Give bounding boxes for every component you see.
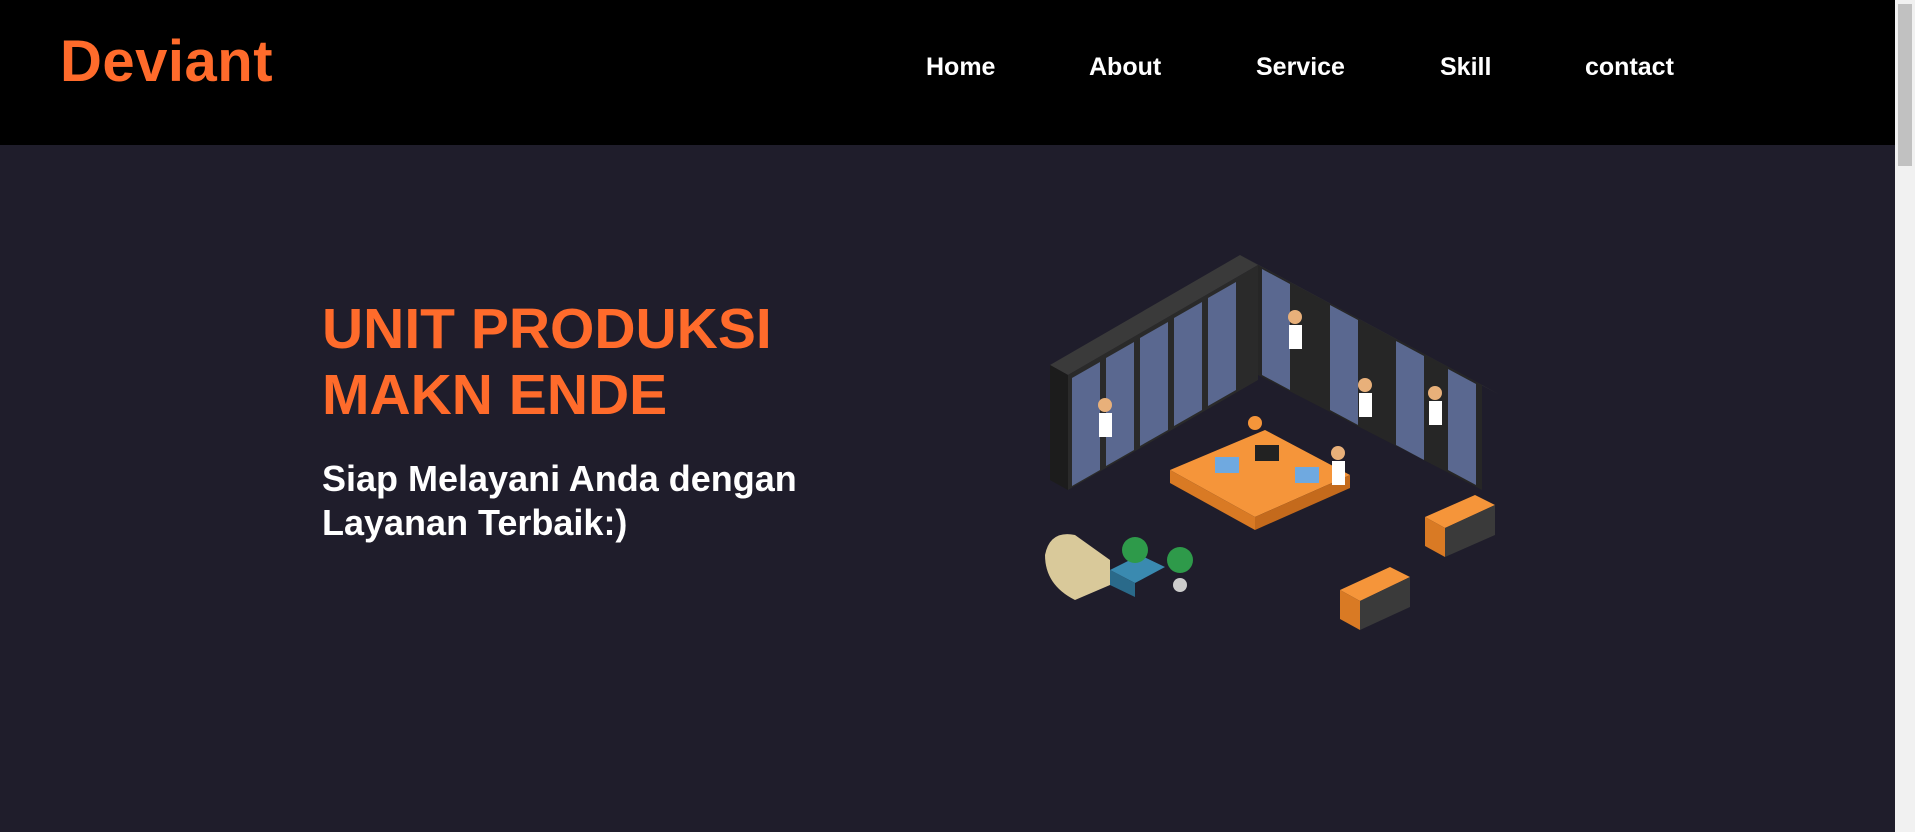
server-room-illustration [1045,255,1500,630]
hero-subtitle: Siap Melayani Anda dengan Layanan Terbai… [322,458,797,543]
navbar: Deviant Home About Service Skill contact [0,0,1895,145]
nav-link-service[interactable]: Service [1256,55,1345,80]
scrollbar[interactable] [1895,0,1915,832]
hero-section [0,145,1895,832]
equipment-carts [1340,495,1495,630]
nav-link-skill[interactable]: Skill [1440,55,1491,80]
desk-cluster [1170,430,1350,530]
scrollbar-thumb[interactable] [1898,4,1912,166]
logo[interactable]: Deviant [60,33,273,91]
nav-link-contact[interactable]: contact [1585,55,1674,80]
nav-link-about[interactable]: About [1089,55,1161,80]
lounge-area [1045,534,1193,600]
nav-link-home[interactable]: Home [926,55,995,80]
hero-title: UNIT PRODUKSI MAKN ENDE [322,297,772,427]
